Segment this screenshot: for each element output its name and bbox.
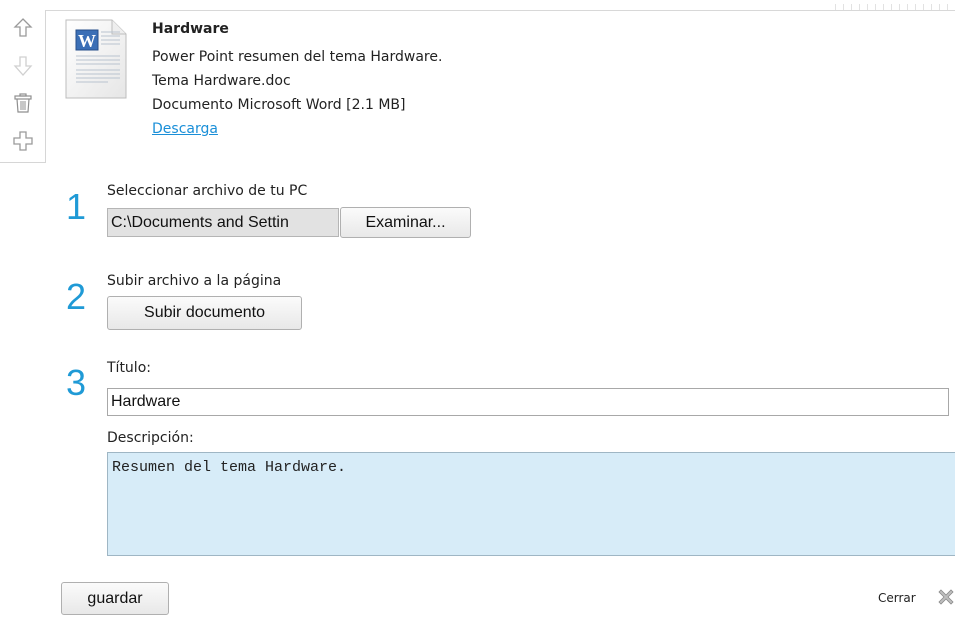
document-title: Hardware: [152, 21, 229, 37]
top-dashed-border: [835, 4, 955, 10]
description-label: Descripción:: [107, 430, 194, 446]
top-divider: [40, 10, 955, 11]
step-number-1: 1: [66, 186, 87, 227]
close-icon[interactable]: [937, 588, 955, 606]
save-button[interactable]: guardar: [61, 582, 169, 615]
arrow-up-icon[interactable]: [12, 17, 34, 39]
close-button[interactable]: Cerrar: [878, 591, 916, 605]
word-doc-icon: W: [64, 16, 128, 100]
step1-label: Seleccionar archivo de tu PC: [107, 183, 308, 199]
step-number-2: 2: [66, 276, 87, 317]
document-filename: Tema Hardware.doc: [152, 73, 291, 89]
title-label: Título:: [107, 360, 151, 376]
title-input[interactable]: [107, 388, 949, 416]
trash-icon[interactable]: [12, 92, 34, 114]
svg-text:W: W: [78, 31, 96, 51]
browse-button[interactable]: Examinar...: [340, 207, 471, 238]
add-icon[interactable]: [12, 130, 34, 152]
item-tools-column: [0, 10, 46, 163]
step-number-3: 3: [66, 362, 87, 403]
upload-document-button[interactable]: Subir documento: [107, 296, 302, 330]
close-label: Cerrar: [878, 591, 916, 605]
document-filetype: Documento Microsoft Word [2.1 MB]: [152, 97, 406, 113]
document-summary: Power Point resumen del tema Hardware.: [152, 49, 443, 65]
description-textarea[interactable]: Resumen del tema Hardware.: [107, 452, 955, 556]
download-link[interactable]: Descarga: [152, 121, 218, 137]
file-path-field[interactable]: C:\Documents and Settin: [107, 208, 339, 237]
arrow-down-icon[interactable]: [12, 55, 34, 77]
step2-label: Subir archivo a la página: [107, 273, 282, 289]
